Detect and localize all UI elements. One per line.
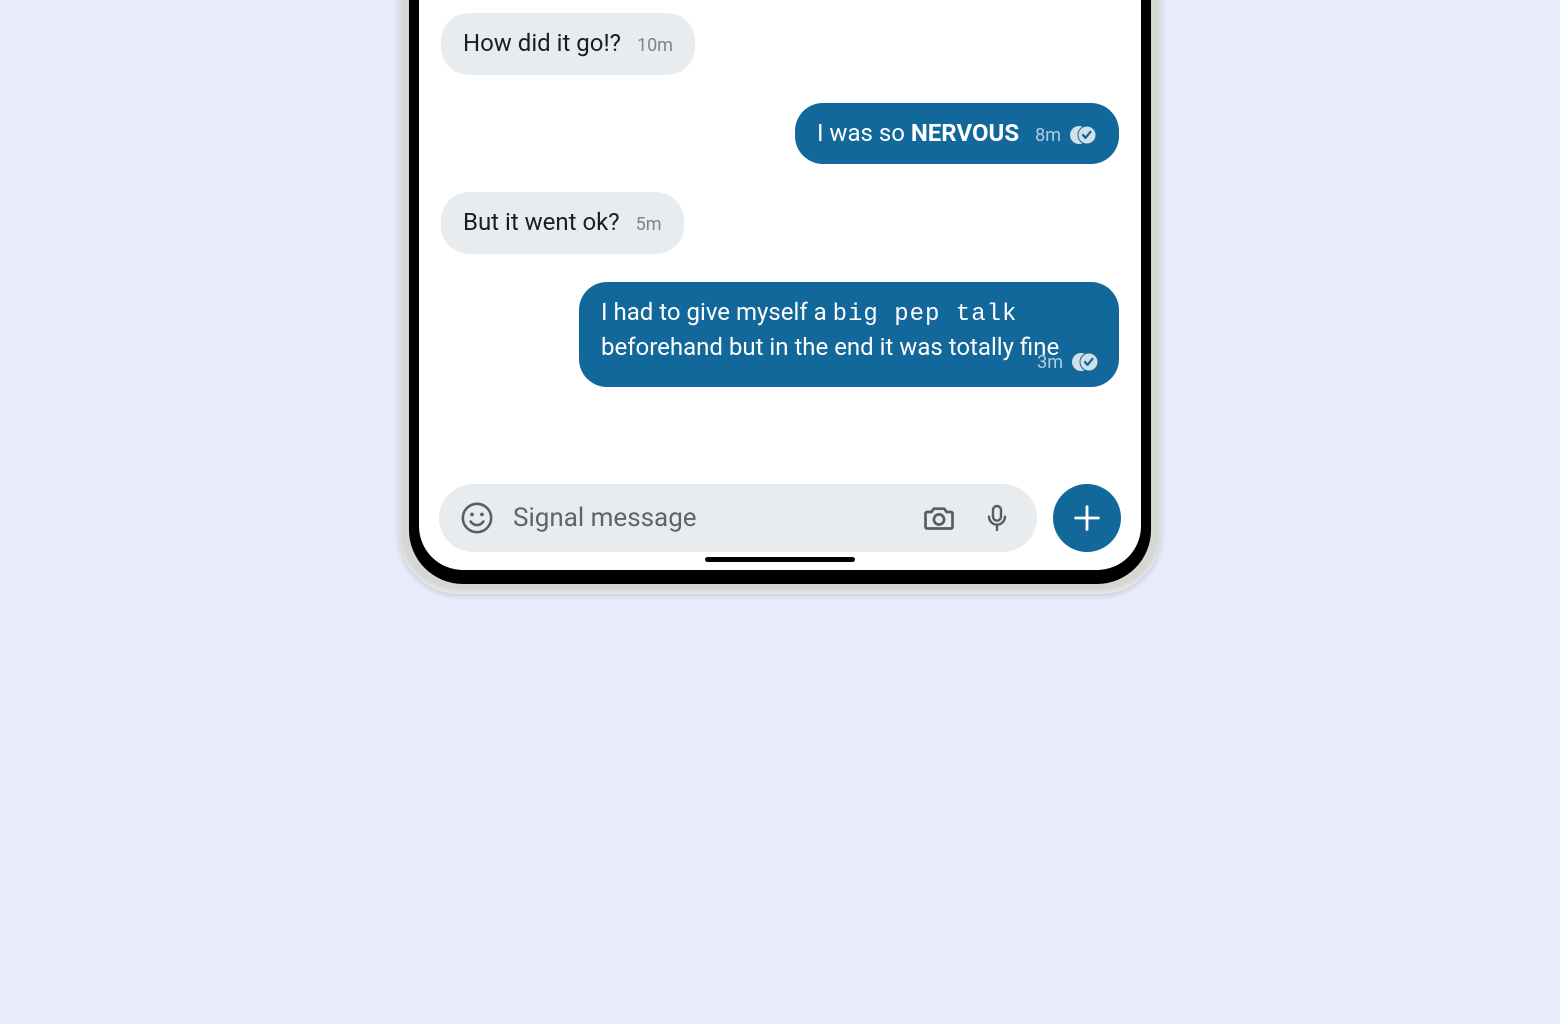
incoming-bubble[interactable]: How did it go!? 10m (441, 13, 695, 75)
message-input-placeholder[interactable]: Signal message (513, 503, 901, 533)
message-time: 8m (1035, 123, 1061, 148)
message-text: But it went ok? (463, 208, 620, 236)
message-row: How did it go!? 10m (441, 13, 1119, 75)
composer-row: Signal message (419, 476, 1141, 570)
incoming-bubble[interactable]: But it went ok? 5m (441, 192, 684, 254)
message-text-prefix: I was so (817, 119, 911, 147)
message-time: 3m (1037, 350, 1063, 375)
message-text-prefix: I had to give myself a (601, 298, 833, 326)
add-button[interactable] (1053, 484, 1121, 552)
phone-frame: Today How did it go!? 10m I was so NERVO… (399, 0, 1161, 594)
message-meta: 10m (637, 33, 673, 58)
message-meta: 3m (1037, 350, 1099, 375)
message-row: I had to give myself a big pep talk befo… (441, 282, 1119, 387)
phone-bezel: Today How did it go!? 10m I was so NERVO… (409, 0, 1151, 584)
message-row: I was so NERVOUS 8m (441, 103, 1119, 165)
camera-icon[interactable] (919, 498, 959, 538)
android-nav-pill[interactable] (705, 557, 855, 562)
microphone-icon[interactable] (977, 498, 1017, 538)
message-text-mono: big pep talk (833, 301, 1018, 328)
emoji-icon[interactable] (459, 500, 495, 536)
read-receipt-icon (1071, 352, 1099, 372)
phone-screen: Today How did it go!? 10m I was so NERVO… (419, 0, 1141, 570)
conversation-scroll[interactable]: Today How did it go!? 10m I was so NERVO… (419, 0, 1141, 476)
message-row: But it went ok? 5m (441, 192, 1119, 254)
message-time: 5m (636, 212, 662, 237)
message-text-bold: NERVOUS (911, 119, 1019, 147)
outgoing-bubble[interactable]: I was so NERVOUS 8m (795, 103, 1119, 165)
message-text-suffix: beforehand but in the end it was totally… (601, 333, 1059, 361)
message-meta: 5m (636, 212, 662, 237)
message-text: How did it go!? (463, 29, 621, 57)
message-meta: 8m (1035, 123, 1097, 148)
outgoing-bubble[interactable]: I had to give myself a big pep talk befo… (579, 282, 1119, 387)
message-time: 10m (637, 33, 673, 58)
read-receipt-icon (1069, 125, 1097, 145)
message-input-container[interactable]: Signal message (439, 484, 1037, 552)
